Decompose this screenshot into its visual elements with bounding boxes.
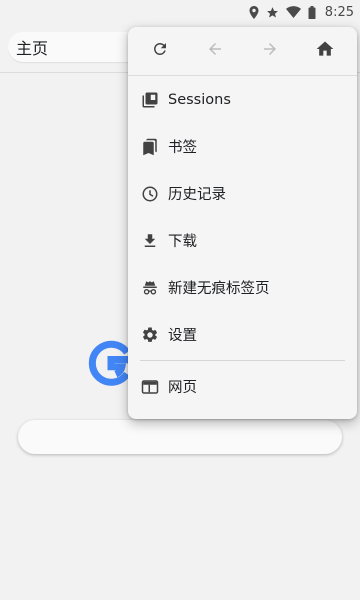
home-icon	[315, 39, 335, 63]
star-icon	[266, 6, 279, 19]
bookmark-icon	[140, 137, 160, 157]
settings-icon	[140, 325, 160, 345]
reload-icon	[151, 40, 169, 62]
menu-item-web-page[interactable]: 网页	[128, 363, 357, 410]
menu-nav-row	[128, 27, 357, 76]
home-button[interactable]	[305, 31, 345, 71]
url-text: 主页	[16, 39, 49, 58]
incognito-icon	[140, 278, 160, 298]
back-button[interactable]	[195, 31, 235, 71]
status-bar: 8:25	[0, 0, 360, 24]
location-icon	[249, 5, 259, 19]
forward-icon	[261, 40, 279, 62]
reload-button[interactable]	[140, 31, 180, 71]
menu-item-new-incognito-tab[interactable]: 新建无痕标签页	[128, 264, 357, 311]
status-icons: 8:25	[249, 3, 354, 21]
search-box[interactable]	[18, 420, 342, 454]
sessions-icon	[140, 90, 160, 110]
menu-item-history[interactable]: 历史记录	[128, 170, 357, 217]
wifi-icon	[285, 6, 301, 18]
menu-item-downloads[interactable]: 下载	[128, 217, 357, 264]
back-icon	[206, 40, 224, 62]
app-menu: Sessions 书签 历史记录 下载 新建无痕标签页 设置 网页	[128, 27, 357, 419]
menu-item-label: 书签	[168, 140, 197, 156]
forward-button[interactable]	[250, 31, 290, 71]
menu-list: Sessions 书签 历史记录 下载 新建无痕标签页 设置 网页	[128, 76, 357, 410]
download-icon	[140, 231, 160, 251]
menu-item-label: 新建无痕标签页	[168, 281, 270, 297]
menu-item-bookmarks[interactable]: 书签	[128, 123, 357, 170]
menu-item-label: 网页	[168, 380, 197, 396]
menu-item-label: Sessions	[168, 91, 231, 108]
web-page-icon	[140, 377, 160, 397]
battery-icon	[308, 5, 316, 19]
menu-item-settings[interactable]: 设置	[128, 311, 357, 358]
menu-item-label: 历史记录	[168, 187, 226, 203]
menu-divider	[140, 360, 345, 361]
menu-item-label: 下载	[168, 234, 197, 250]
menu-item-label: 设置	[168, 328, 197, 344]
status-time: 8:25	[324, 4, 354, 20]
history-icon	[140, 184, 160, 204]
menu-item-sessions[interactable]: Sessions	[128, 76, 357, 123]
